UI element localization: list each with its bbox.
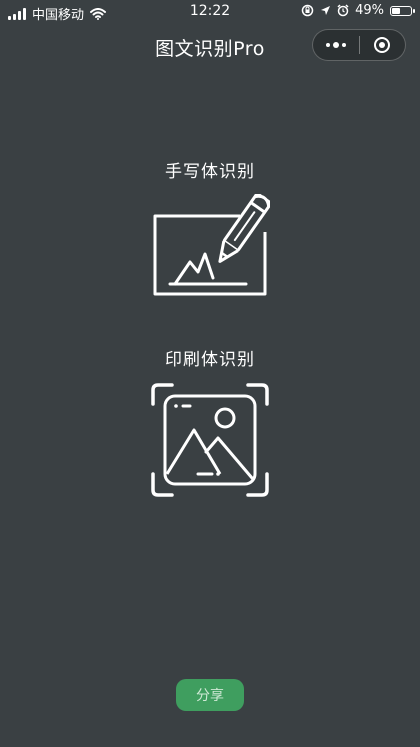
mini-program-capsule bbox=[312, 29, 406, 61]
battery-percent: 49% bbox=[355, 3, 384, 18]
option-label-printed: 印刷体识别 bbox=[165, 350, 255, 370]
app-screen: 中国移动 12:22 49% 图文识别Pro 手写体识别 印刷体识别 分享 bbox=[0, 0, 420, 747]
status-right: 49% bbox=[301, 3, 415, 18]
orientation-lock-icon bbox=[301, 4, 314, 17]
close-button[interactable] bbox=[359, 30, 405, 60]
nav-bar: 图文识别Pro bbox=[0, 24, 420, 68]
more-dots-icon bbox=[325, 42, 346, 48]
battery-icon bbox=[390, 5, 415, 16]
option-label-handwriting: 手写体识别 bbox=[165, 162, 255, 182]
option-printed[interactable]: 印刷体识别 bbox=[0, 345, 420, 498]
status-bar: 中国移动 12:22 49% bbox=[0, 0, 420, 24]
share-button[interactable]: 分享 bbox=[176, 679, 244, 711]
handwriting-pencil-icon bbox=[153, 194, 270, 296]
more-button[interactable] bbox=[313, 30, 359, 60]
location-icon bbox=[321, 5, 331, 15]
option-handwriting[interactable]: 手写体识别 bbox=[0, 157, 420, 296]
image-scan-icon bbox=[151, 383, 269, 497]
close-target-icon bbox=[374, 37, 391, 53]
alarm-icon bbox=[337, 4, 349, 17]
